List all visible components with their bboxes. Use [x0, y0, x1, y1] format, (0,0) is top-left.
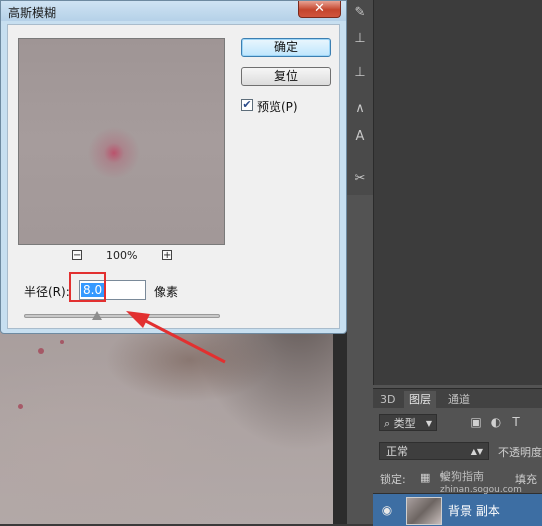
scissors-icon[interactable]: ✂ [351, 170, 369, 188]
close-icon: ✕ [314, 1, 325, 16]
zoom-in-button[interactable]: + [162, 250, 172, 261]
layer-thumbnail [406, 497, 442, 525]
chevron-down-icon: ▼ [425, 419, 432, 428]
preview-checkbox[interactable]: ✔ [241, 99, 253, 111]
watermark-url: zhinan.sogou.com [440, 485, 522, 495]
layer-name[interactable]: 背景 副本 [448, 502, 500, 519]
ok-button[interactable]: 确定 [241, 38, 331, 57]
eye-icon[interactable]: ◉ [379, 502, 395, 518]
chevron-down-icon: ▲▼ [470, 447, 483, 456]
watermark-text: 搜狗指南 [440, 470, 484, 483]
skin-blemish [60, 340, 64, 344]
layers-panel: 3D 图层 通道 ⌕ 类型 ▼ ▣ ◐ T 正常 ▲▼ 不透明度 锁定: ▦ ✎… [373, 388, 542, 526]
pen-icon[interactable]: ∧ [351, 100, 369, 118]
search-icon: ⌕ [384, 417, 391, 430]
filter-preview[interactable] [18, 38, 225, 245]
dialog-body: − 100% + 确定 复位 ✔ 预览(P) 半径(R): 8.0 像素 [7, 24, 340, 329]
radius-slider-thumb[interactable] [91, 311, 102, 320]
layers-tab-bar: 3D 图层 通道 [373, 389, 542, 408]
adjustment-filter-icon[interactable]: ◐ [489, 415, 503, 429]
radius-unit: 像素 [154, 285, 179, 299]
skin-blemish [38, 348, 44, 354]
empty-panel [373, 0, 542, 385]
opacity-label[interactable]: 不透明度 [498, 444, 542, 460]
radius-slider-track[interactable] [24, 314, 220, 318]
close-button[interactable]: ✕ [298, 1, 341, 18]
stamp-icon[interactable]: ⊥ [351, 64, 369, 82]
image-filter-icon[interactable]: ▣ [469, 415, 483, 429]
radius-slider[interactable] [24, 311, 220, 325]
gaussian-blur-dialog: 高斯模糊 ✕ − 100% + 确定 复位 ✔ 预览(P) 半径(R): 8.0… [0, 0, 347, 334]
zoom-out-button[interactable]: − [72, 250, 82, 261]
tab-channels[interactable]: 通道 [443, 391, 475, 408]
filter-kind-select[interactable]: ⌕ 类型 ▼ [379, 414, 437, 431]
filter-kind-label: 类型 [393, 417, 416, 430]
type-filter-icon[interactable]: T [509, 415, 523, 429]
lock-label: 锁定: [380, 473, 406, 486]
stamp-icon[interactable]: ⊥ [351, 30, 369, 48]
panel-tool-strip: ✎ ⊥ ⊥ ∧ A ✂ [347, 0, 374, 195]
zoom-level: 100% [106, 249, 138, 262]
reset-button[interactable]: 复位 [241, 67, 331, 86]
layer-row-selected[interactable]: ◉ 背景 副本 [373, 493, 542, 526]
dialog-title: 高斯模糊 [8, 6, 57, 20]
radius-label: 半径(R): [24, 285, 70, 299]
blend-row: 正常 ▲▼ 不透明度 [377, 441, 542, 461]
tab-layers[interactable]: 图层 [404, 391, 436, 408]
blend-mode-value: 正常 [386, 445, 408, 458]
blend-mode-select[interactable]: 正常 ▲▼ [379, 442, 489, 460]
layer-filter-row: ⌕ 类型 ▼ ▣ ◐ T [377, 413, 537, 433]
preview-zoom-row: − 100% + [18, 249, 225, 263]
dialog-titlebar[interactable]: 高斯模糊 ✕ [1, 1, 346, 21]
preview-checkbox-label[interactable]: 预览(P) [257, 98, 298, 115]
text-icon[interactable]: A [351, 128, 369, 146]
lock-transparent-icon[interactable]: ▦ [420, 471, 430, 484]
tab-3d[interactable]: 3D [375, 391, 400, 408]
skin-blemish [18, 404, 23, 409]
brush-icon[interactable]: ✎ [351, 4, 369, 22]
annotation-highlight-box [69, 272, 106, 302]
